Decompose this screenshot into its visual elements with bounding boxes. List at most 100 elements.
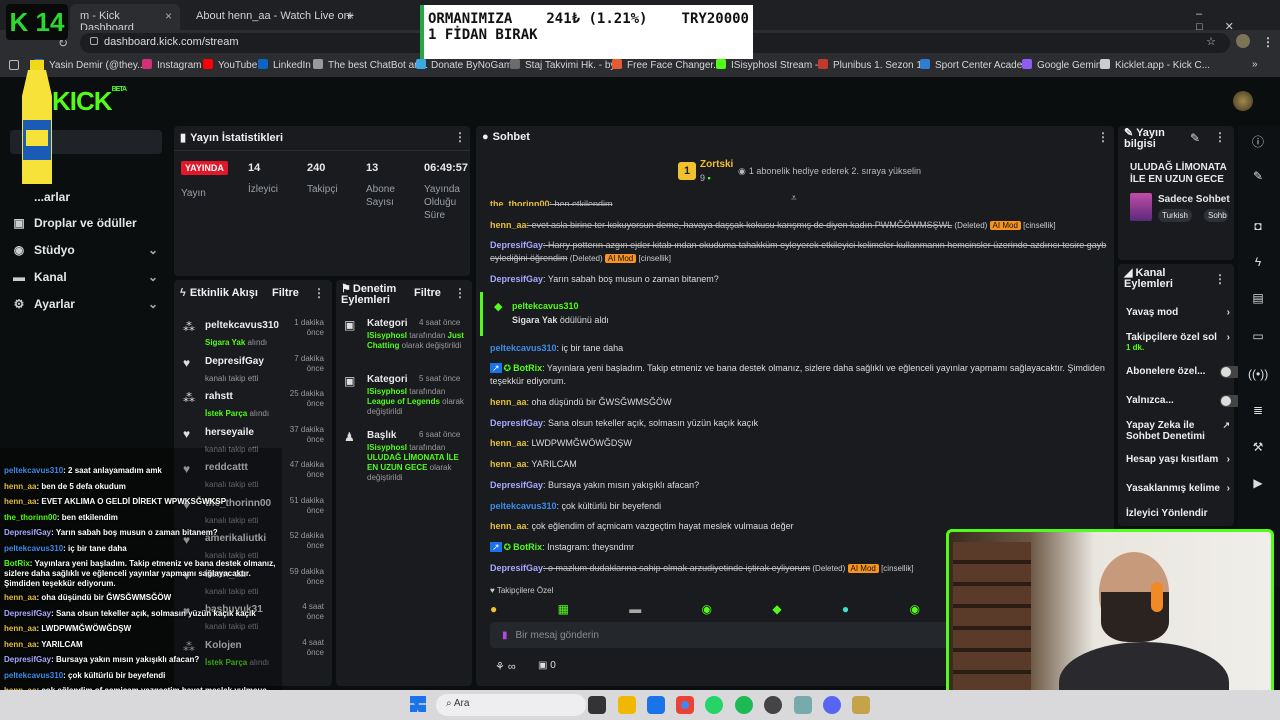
moderation-actor[interactable]: ISisyphosI — [367, 443, 407, 452]
channel-actions-menu-icon[interactable]: ⋮ — [1214, 272, 1226, 286]
emote-icon[interactable]: ◆ — [772, 602, 781, 616]
tools-icon[interactable]: ⚒ — [1248, 440, 1268, 460]
emote-icon[interactable]: ▦ — [558, 602, 569, 616]
bookmark[interactable]: Donate ByNoGame — [416, 59, 518, 71]
activity-item[interactable]: ⁂ peltekcavus310 1 dakika önce Sigara Yak a… — [180, 318, 328, 352]
activity-user[interactable]: peltekcavus310 — [205, 320, 279, 331]
more-bookmarks-icon[interactable]: » — [1252, 59, 1258, 70]
activity-user[interactable]: rahstt — [205, 391, 233, 402]
chat-settings-icon[interactable]: ⚘ ∞ — [495, 660, 516, 673]
broadcast-icon[interactable]: ((•)) — [1248, 367, 1268, 387]
chat-input[interactable]: ▮ Bir mesaj gönderin — [490, 622, 950, 648]
tag-chip[interactable]: Turkish — [1158, 209, 1192, 222]
leader-username[interactable]: Zortski — [700, 159, 733, 170]
tab-kick-dashboard[interactable]: m - Kick Dashboard × — [70, 4, 180, 34]
stack-icon[interactable]: ≣ — [1248, 403, 1268, 423]
channel-action-2[interactable]: Abonelere özel... — [1126, 366, 1242, 378]
moderation-item[interactable]: ▣ Kategori 5 saat önce ISisyphosI tarafında… — [342, 372, 468, 426]
sidebar-item-studio[interactable]: ◉ Stüdyo ⌄ — [12, 243, 162, 267]
bookmark[interactable]: Sport Center Acade... — [920, 59, 1031, 71]
bookmark[interactable]: YouTube — [203, 59, 257, 71]
channel-action-5[interactable]: Hesap yaşı kısıtlam › — [1126, 454, 1230, 465]
channel-action-1[interactable]: Takipçilere özel sol 1 dk. › — [1126, 332, 1230, 352]
obs-icon[interactable] — [764, 696, 782, 714]
sidebar-item-channel[interactable]: ▬ Kanal ⌄ — [12, 270, 162, 294]
chat-menu-icon[interactable]: ⋮ — [1097, 130, 1109, 144]
clipboard-icon[interactable]: ▤ — [1248, 291, 1268, 311]
chat-username[interactable]: peltekcavus310 — [490, 343, 557, 353]
site-info-icon[interactable] — [90, 37, 98, 45]
activity-user[interactable]: herseyaile — [205, 427, 254, 438]
edit-icon[interactable]: ✎ — [1190, 131, 1200, 145]
moderation-item[interactable]: ▣ Kategori 4 saat önce ISisyphosI tarafında… — [342, 316, 468, 370]
chat-username[interactable]: henn_aa — [490, 220, 527, 230]
kick-logo[interactable]: KICKBETA — [52, 86, 127, 117]
bolt-icon[interactable]: ϟ — [1248, 255, 1268, 275]
spotify-icon[interactable] — [735, 696, 753, 714]
chat-username[interactable]: peltekcavus310 — [490, 501, 557, 511]
chrome-icon[interactable] — [676, 696, 694, 714]
activity-filter-button[interactable]: Filtre — [272, 287, 299, 299]
bookmark[interactable]: The best ChatBot an... — [313, 59, 428, 71]
emote-icon[interactable]: ● — [842, 602, 849, 616]
activity-menu-icon[interactable]: ⋮ — [313, 286, 325, 300]
chat-icon[interactable]: ▭ — [1248, 329, 1268, 349]
chat-username[interactable]: henn_aa — [490, 459, 527, 469]
bookmark[interactable]: ISisyphosI Stream -... — [716, 59, 827, 71]
moderation-menu-icon[interactable]: ⋮ — [454, 286, 466, 300]
bookmark[interactable]: Free Face Changer... — [612, 59, 722, 71]
store-icon[interactable] — [647, 696, 665, 714]
chat-username[interactable]: DepresifGay — [490, 480, 543, 490]
taskbar-search[interactable]: ⌕ Ara — [436, 694, 586, 716]
channel-action-4[interactable]: Yapay Zeka ile Sohbet Denetimi ↗ — [1126, 420, 1230, 442]
sidebar-item-settings-partial[interactable]: ...arlar — [12, 190, 162, 214]
info-icon[interactable]: ⓘ — [1248, 133, 1268, 153]
chat-username[interactable]: the_thorinn00 — [490, 199, 550, 206]
file-explorer-icon[interactable] — [618, 696, 636, 714]
moderation-filter-button[interactable]: Filtre — [414, 287, 441, 299]
chat-username[interactable]: henn_aa — [490, 397, 527, 407]
chat-username[interactable]: DepresifGay — [490, 418, 543, 428]
pencil-icon[interactable]: ✎ — [1248, 169, 1268, 189]
channel-action-6[interactable]: Yasaklanmış kelime › — [1126, 483, 1230, 494]
bookmark[interactable]: Kicklet.app - Kick C... — [1100, 59, 1210, 71]
star-icon[interactable]: ☆ — [1206, 35, 1216, 48]
sidebar-item-settings[interactable]: ⚙ Ayarlar ⌄ — [12, 297, 162, 321]
chat-username[interactable]: DepresifGay — [490, 240, 543, 250]
app-icon[interactable] — [794, 696, 812, 714]
chat-username[interactable]: henn_aa — [490, 438, 527, 448]
category-name[interactable]: Sadece Sohbet — [1158, 194, 1230, 205]
task-view-icon[interactable] — [588, 696, 606, 714]
activity-user[interactable]: DepresifGay — [205, 356, 264, 367]
profile-avatar[interactable] — [1236, 34, 1250, 48]
app-icon[interactable] — [852, 696, 870, 714]
bookmark[interactable]: Google Gemini — [1022, 59, 1104, 71]
points-display[interactable]: ▣ 0 — [538, 660, 556, 671]
discord-icon[interactable] — [823, 696, 841, 714]
chat-username[interactable]: henn_aa — [490, 521, 527, 531]
bookmark[interactable]: Instagram — [142, 59, 201, 71]
chat-username[interactable]: DepresifGay — [490, 563, 543, 573]
channel-action-3[interactable]: Yalnızca... — [1126, 395, 1242, 407]
moderation-actor[interactable]: ISisyphosI — [367, 331, 407, 340]
category-thumbnail[interactable] — [1130, 193, 1152, 221]
chat-username[interactable]: BotRix — [513, 363, 542, 373]
moderation-item[interactable]: ♟ Başlık 6 saat önce ISisyphosI tarafından … — [342, 428, 468, 482]
bookmark[interactable]: LinkedIn — [258, 59, 311, 71]
close-icon[interactable]: × — [165, 9, 172, 23]
camera-icon[interactable]: ◘ — [1248, 219, 1268, 239]
bookmark[interactable]: Staj Takvimi Hk. - by... — [510, 59, 623, 71]
emote-icon[interactable]: ▬ — [629, 602, 641, 616]
bookmark[interactable]: Plunibus 1. Sezon 1... — [818, 59, 930, 71]
emote-icon[interactable]: ◉ — [702, 602, 712, 616]
chat-username[interactable]: BotRix — [513, 542, 542, 552]
activity-item[interactable]: ⁂ rahstt 25 dakika önce İstek Parça alındı — [180, 389, 328, 423]
new-tab-button[interactable]: + — [346, 7, 354, 23]
tab-about-henn[interactable]: About henn_aa - Watch Live on × — [186, 4, 362, 30]
channel-action-0[interactable]: Yavaş mod › — [1126, 307, 1230, 318]
emote-icon[interactable]: ● — [490, 602, 497, 616]
stats-menu-icon[interactable]: ⋮ — [454, 130, 466, 144]
sidebar-item-drops[interactable]: ▣ Droplar ve ödüller — [12, 216, 162, 240]
moderation-actor[interactable]: ISisyphosI — [367, 387, 407, 396]
channel-action-7[interactable]: İzleyici Yönlendir — [1126, 508, 1226, 519]
